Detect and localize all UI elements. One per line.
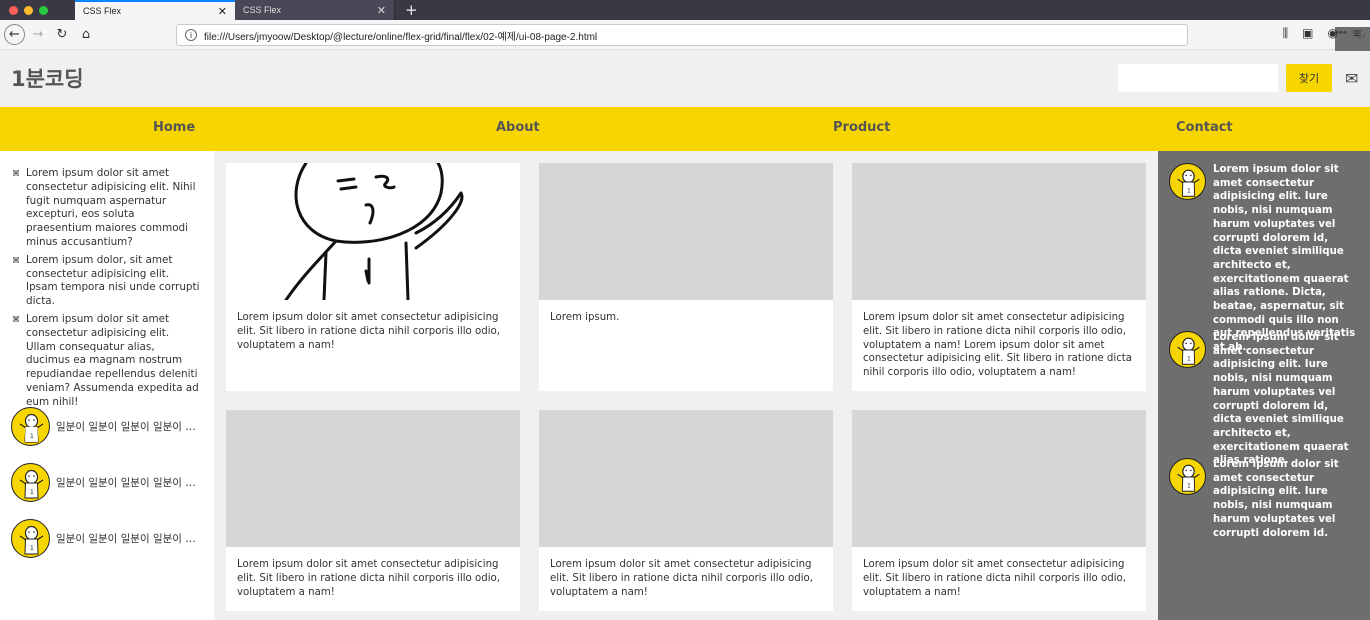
- page-info-icon[interactable]: i: [185, 29, 197, 41]
- avatar: 1: [1169, 331, 1206, 368]
- svg-text:1: 1: [1187, 188, 1191, 194]
- svg-text:1: 1: [30, 433, 34, 440]
- card-text: Lorem ipsum dolor sit amet consectetur a…: [863, 312, 1133, 379]
- tab-title: CSS Flex: [83, 6, 122, 16]
- comment-text: Lorem ipsum dolor sit amet consectetur a…: [1213, 164, 1356, 354]
- tab-title: CSS Flex: [243, 5, 282, 15]
- close-tab-icon[interactable]: ✕: [218, 5, 227, 18]
- avatar: 1: [11, 463, 50, 502]
- card-image-placeholder: [539, 410, 833, 547]
- back-button[interactable]: ←: [4, 24, 25, 45]
- menu-icon[interactable]: ≡: [1352, 26, 1362, 41]
- list-item: ⌘ Lorem ipsum dolor, sit amet consectetu…: [12, 254, 200, 309]
- close-window-button[interactable]: [9, 5, 18, 15]
- card-image-placeholder: [539, 163, 833, 300]
- command-bullet-icon: ⌘: [12, 314, 20, 324]
- left-sidebar: ⌘ Lorem ipsum dolor sit amet consectetur…: [0, 151, 214, 620]
- comment-item[interactable]: 1 Lorem ipsum dolor sit amet consectetur…: [1169, 458, 1359, 540]
- site-logo[interactable]: 1분코딩: [11, 63, 84, 93]
- search-input[interactable]: [1118, 64, 1278, 92]
- comment-item[interactable]: 1 Lorem ipsum dolor sit amet consectetur…: [1169, 163, 1359, 355]
- zoom-window-button[interactable]: [39, 5, 48, 15]
- sidebar-icon[interactable]: ▣: [1302, 26, 1313, 41]
- profile-item[interactable]: 1 일분이 일분이 일분이 일분이 일분이: [11, 463, 206, 502]
- profile-item[interactable]: 1 일분이 일분이 일분이 일분이 일분이: [11, 519, 206, 558]
- avatar: 1: [11, 519, 50, 558]
- card-text: Lorem ipsum dolor sit amet consectetur a…: [550, 559, 814, 598]
- nav-item-home[interactable]: Home: [153, 120, 195, 135]
- command-bullet-icon: ⌘: [12, 169, 20, 178]
- nav-item-product[interactable]: Product: [833, 120, 890, 135]
- list-item: ⌘ Lorem ipsum dolor sit amet consectetur…: [12, 313, 200, 410]
- card[interactable]: Lorem ipsum dolor sit amet consectetur a…: [852, 163, 1146, 391]
- card-text: Lorem ipsum dolor sit amet consectetur a…: [863, 559, 1127, 598]
- comment-text: Lorem ipsum dolor sit amet consectetur a…: [1213, 459, 1339, 539]
- card[interactable]: Lorem ipsum.: [539, 163, 833, 391]
- right-sidebar: 1 Lorem ipsum dolor sit amet consectetur…: [1158, 151, 1370, 620]
- site-header: 1분코딩 찾기 ✉: [0, 51, 1370, 107]
- account-icon[interactable]: ◉: [1327, 26, 1337, 41]
- svg-text:1: 1: [1187, 356, 1191, 362]
- url-text: file:///Users/jmyoow/Desktop/@lecture/on…: [204, 31, 598, 43]
- avatar: 1: [1169, 163, 1206, 200]
- search-button[interactable]: 찾기: [1286, 64, 1332, 92]
- card-text: Lorem ipsum dolor sit amet consectetur a…: [237, 559, 501, 598]
- forward-button[interactable]: →: [27, 24, 49, 46]
- library-icon[interactable]: ⫼: [1283, 26, 1289, 41]
- card-image-placeholder: [852, 163, 1146, 300]
- reload-button[interactable]: ↻: [51, 24, 73, 46]
- nav-item-contact[interactable]: Contact: [1176, 120, 1233, 135]
- browser-tab[interactable]: CSS Flex ✕: [235, 0, 395, 20]
- new-tab-button[interactable]: +: [395, 0, 428, 20]
- home-button[interactable]: ⌂: [75, 24, 97, 46]
- minimize-window-button[interactable]: [24, 5, 33, 15]
- comment-text: Lorem ipsum dolor sit amet consectetur a…: [1213, 332, 1349, 467]
- card[interactable]: Lorem ipsum dolor sit amet consectetur a…: [852, 410, 1146, 611]
- card[interactable]: Lorem ipsum dolor sit amet consectetur a…: [226, 163, 520, 391]
- card-text: Lorem ipsum dolor sit amet consectetur a…: [237, 312, 501, 351]
- list-item-text: Lorem ipsum dolor sit amet consectetur a…: [26, 312, 199, 408]
- list-item-text: Lorem ipsum dolor sit amet consectetur a…: [26, 167, 196, 248]
- browser-tab-bar: CSS Flex ✕ CSS Flex ✕ +: [0, 0, 1370, 20]
- profile-label: 일분이 일분이 일분이 일분이 일분이: [56, 533, 198, 545]
- bullet-list: ⌘ Lorem ipsum dolor sit amet consectetur…: [0, 151, 214, 410]
- list-item: ⌘ Lorem ipsum dolor sit amet consectetur…: [12, 167, 200, 250]
- card[interactable]: Lorem ipsum dolor sit amet consectetur a…: [226, 410, 520, 611]
- browser-tab-active[interactable]: CSS Flex ✕: [75, 0, 235, 20]
- command-bullet-icon: ⌘: [12, 255, 20, 265]
- mail-icon[interactable]: ✉: [1345, 69, 1358, 88]
- address-bar[interactable]: i file:///Users/jmyoow/Desktop/@lecture/…: [176, 24, 1370, 496]
- svg-text:1: 1: [1187, 483, 1191, 489]
- avatar: 1: [11, 407, 50, 446]
- list-item-text: Lorem ipsum dolor, sit amet consectetur …: [26, 253, 200, 308]
- nav-item-about[interactable]: About: [496, 120, 540, 135]
- svg-text:1: 1: [30, 545, 34, 552]
- close-tab-icon[interactable]: ✕: [377, 4, 386, 17]
- card-text: Lorem ipsum.: [550, 312, 620, 323]
- main-nav: Home About Product Contact: [0, 107, 1370, 151]
- card-grid: Lorem ipsum dolor sit amet consectetur a…: [214, 151, 1158, 620]
- character-drawing-image: [226, 163, 520, 300]
- window-controls: [0, 0, 75, 20]
- browser-toolbar: ← → ↻ ⌂ i file:///Users/jmyoow/Desktop/@…: [0, 20, 1370, 496]
- card-image-placeholder: [226, 410, 520, 547]
- card-image-placeholder: [852, 410, 1146, 547]
- svg-text:1: 1: [30, 489, 34, 496]
- card[interactable]: Lorem ipsum dolor sit amet consectetur a…: [539, 410, 833, 611]
- profile-label: 일분이 일분이 일분이 일분이 일분이: [56, 477, 198, 489]
- comment-item[interactable]: 1 Lorem ipsum dolor sit amet consectetur…: [1169, 331, 1359, 468]
- profile-item[interactable]: 1 일분이 일분이 일분이 일분이 일분이: [11, 407, 206, 446]
- avatar: 1: [1169, 458, 1206, 495]
- profile-label: 일분이 일분이 일분이 일분이 일분이: [56, 421, 198, 433]
